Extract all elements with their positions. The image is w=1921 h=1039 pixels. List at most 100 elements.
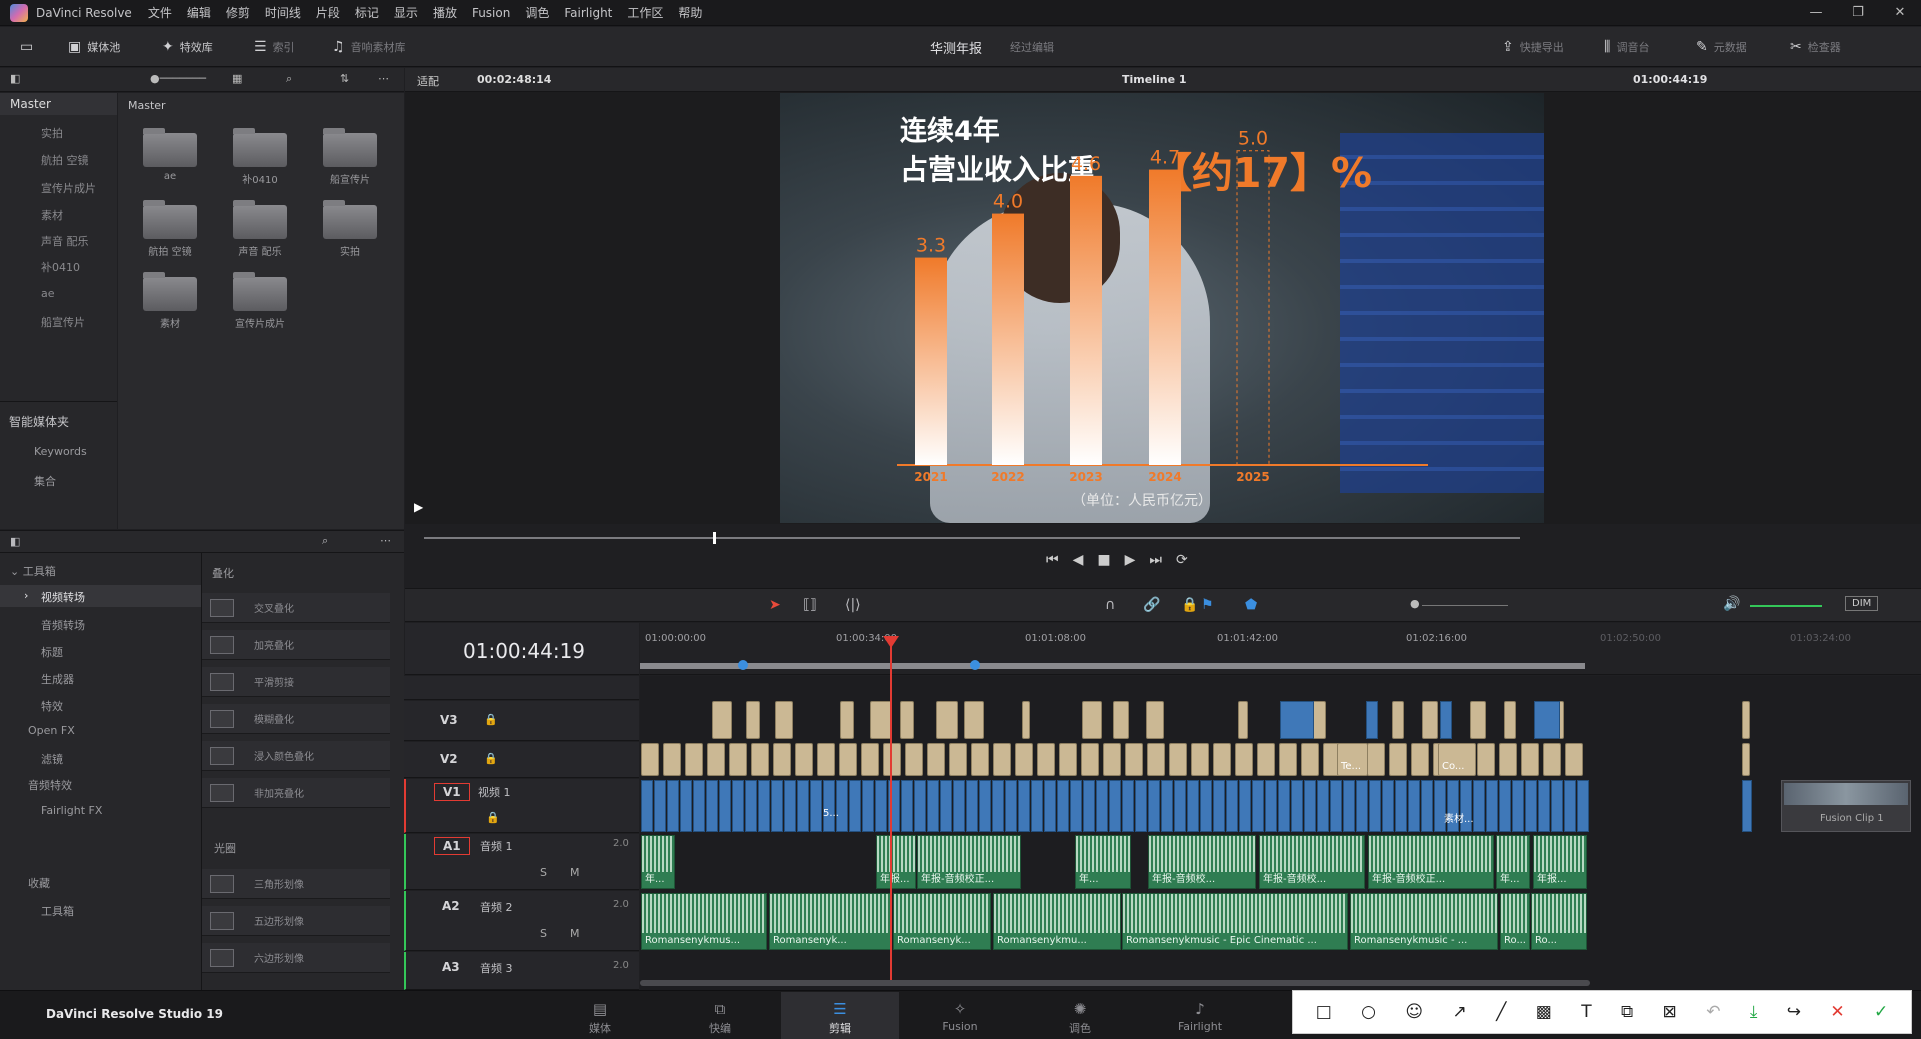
search-icon[interactable]: ⌕ [322, 534, 328, 548]
video-clip[interactable] [1473, 780, 1485, 832]
compound-clip[interactable]: Co... [1438, 743, 1476, 776]
video-clip[interactable] [1070, 780, 1082, 832]
fit-dropdown[interactable]: 适配 [417, 73, 439, 89]
video-clip[interactable] [1103, 743, 1121, 776]
link-icon[interactable]: 🔗 [1143, 597, 1160, 613]
video-clip[interactable] [1135, 780, 1147, 832]
video-clip[interactable] [1512, 780, 1524, 832]
audio-clip[interactable]: 年报-音频校正... [1368, 835, 1494, 889]
rectangle-tool-icon[interactable]: □ [1316, 1002, 1332, 1022]
menu-mark[interactable]: 标记 [355, 4, 379, 21]
snapping-icon[interactable]: ∩ [1105, 597, 1115, 613]
video-clip[interactable] [1280, 701, 1314, 739]
pen-tool-icon[interactable]: ╱ [1496, 1002, 1506, 1022]
video-clip[interactable] [823, 780, 835, 832]
timeline-ruler[interactable]: 01:00:00:00 01:00:34:00 01:01:08:00 01:01:4… [640, 623, 1921, 675]
more-icon[interactable]: ⋯ [378, 72, 389, 85]
save-icon[interactable]: ⤓ [1750, 1002, 1758, 1022]
video-clip[interactable] [1499, 780, 1511, 832]
sound-library-button[interactable]: ♫ 音响素材库 [332, 27, 406, 67]
lock-icon[interactable]: 🔒 [486, 811, 500, 824]
video-clip[interactable] [1356, 780, 1368, 832]
zoom-slider[interactable] [1422, 605, 1508, 606]
video-clip[interactable] [693, 780, 705, 832]
video-clip[interactable] [1291, 780, 1303, 832]
video-clip[interactable] [1147, 743, 1165, 776]
video-clip[interactable] [927, 743, 945, 776]
video-clip[interactable] [641, 780, 653, 832]
video-clip[interactable] [1146, 701, 1164, 739]
video-clip[interactable] [992, 780, 1004, 832]
tool-filters[interactable]: 滤镜 [41, 751, 63, 767]
menu-view[interactable]: 显示 [394, 4, 418, 21]
video-clip[interactable] [1389, 743, 1407, 776]
video-clip[interactable] [1304, 780, 1316, 832]
play-mini-icon[interactable]: ▶ [414, 500, 423, 514]
video-clip[interactable] [839, 743, 857, 776]
audio-clip[interactable]: Romansenykmusic - Epic Cinematic ... [1122, 893, 1348, 950]
video-clip[interactable] [964, 701, 984, 739]
trim-tool-icon[interactable]: ⟦⟧ [803, 597, 817, 613]
audio-clip[interactable]: 年... [1075, 835, 1131, 889]
video-clip[interactable] [1018, 780, 1030, 832]
bin-item[interactable]: 补0410 [41, 259, 80, 275]
bin-item[interactable]: ae [41, 287, 55, 300]
video-clip[interactable] [1534, 701, 1560, 739]
track-name[interactable]: 视频 1 [478, 784, 511, 800]
video-clip[interactable] [1083, 780, 1095, 832]
video-clip[interactable] [719, 780, 731, 832]
menu-playback[interactable]: 播放 [433, 4, 457, 21]
lock-icon[interactable]: 🔒 [484, 713, 498, 726]
menu-workspace[interactable]: 工作区 [627, 4, 663, 21]
bin-item[interactable]: 宣传片成片 [41, 180, 96, 196]
video-clip[interactable] [1477, 743, 1495, 776]
text-tool-icon[interactable]: T [1581, 1002, 1591, 1022]
video-clip[interactable] [1395, 780, 1407, 832]
folder-item[interactable]: 宣传片成片 [229, 272, 291, 330]
media-pool-button[interactable]: ▣ 媒体池 [68, 27, 120, 67]
video-clip[interactable] [870, 701, 892, 739]
lock-icon[interactable]: 🔒 [1181, 597, 1198, 613]
video-clip[interactable] [883, 743, 901, 776]
page-edit-button[interactable]: ☰ 剪辑 [781, 992, 899, 1039]
skip-start-icon[interactable]: ⏮ [1046, 552, 1073, 568]
fx-dip-to-color[interactable]: 浸入颜色叠化 [202, 741, 390, 771]
video-clip[interactable] [1543, 743, 1561, 776]
bin-item[interactable]: 素材 [41, 207, 63, 223]
audio-clip[interactable]: Romansenyk... [893, 893, 991, 950]
menu-fusion[interactable]: Fusion [472, 6, 510, 20]
fx-blur-dissolve[interactable]: 模糊叠化 [202, 704, 390, 734]
fx-pentagon-iris[interactable]: 五边形划像 [202, 906, 390, 936]
video-clip[interactable] [1564, 780, 1576, 832]
undo-icon[interactable]: ↶ [1706, 1002, 1720, 1022]
video-clip[interactable] [1226, 780, 1238, 832]
video-clip[interactable] [1022, 701, 1030, 739]
video-clip[interactable] [1742, 743, 1750, 776]
video-clip[interactable] [1235, 743, 1253, 776]
video-clip[interactable] [1059, 743, 1077, 776]
fusion-clip[interactable]: Fusion Clip 1 [1781, 780, 1911, 832]
video-clip[interactable] [773, 743, 791, 776]
video-clip[interactable] [1257, 743, 1275, 776]
video-clip[interactable] [1213, 780, 1225, 832]
share-icon[interactable]: ↪ [1787, 1002, 1801, 1022]
video-clip[interactable] [1238, 701, 1248, 739]
video-clip[interactable] [810, 780, 822, 832]
quick-export-button[interactable]: ⇪ 快捷导出 [1502, 27, 1564, 67]
audio-clip[interactable]: 年... [641, 835, 675, 889]
video-clip[interactable] [1525, 780, 1537, 832]
selection-tool-icon[interactable]: ➤ [769, 597, 781, 613]
video-clip[interactable] [641, 743, 659, 776]
video-clip[interactable] [706, 780, 718, 832]
menu-trim[interactable]: 修剪 [226, 4, 250, 21]
video-clip[interactable] [1422, 701, 1438, 739]
video-clip[interactable] [663, 743, 681, 776]
video-clip[interactable] [680, 780, 692, 832]
dim-button[interactable]: DIM [1845, 596, 1879, 611]
video-clip[interactable] [1538, 780, 1550, 832]
video-clip[interactable] [732, 780, 744, 832]
marker-icon[interactable]: ⬟ [1245, 597, 1257, 613]
volume-icon[interactable]: 🔊 [1723, 596, 1740, 612]
video-clip[interactable] [1565, 743, 1583, 776]
video-clip[interactable] [1213, 743, 1231, 776]
